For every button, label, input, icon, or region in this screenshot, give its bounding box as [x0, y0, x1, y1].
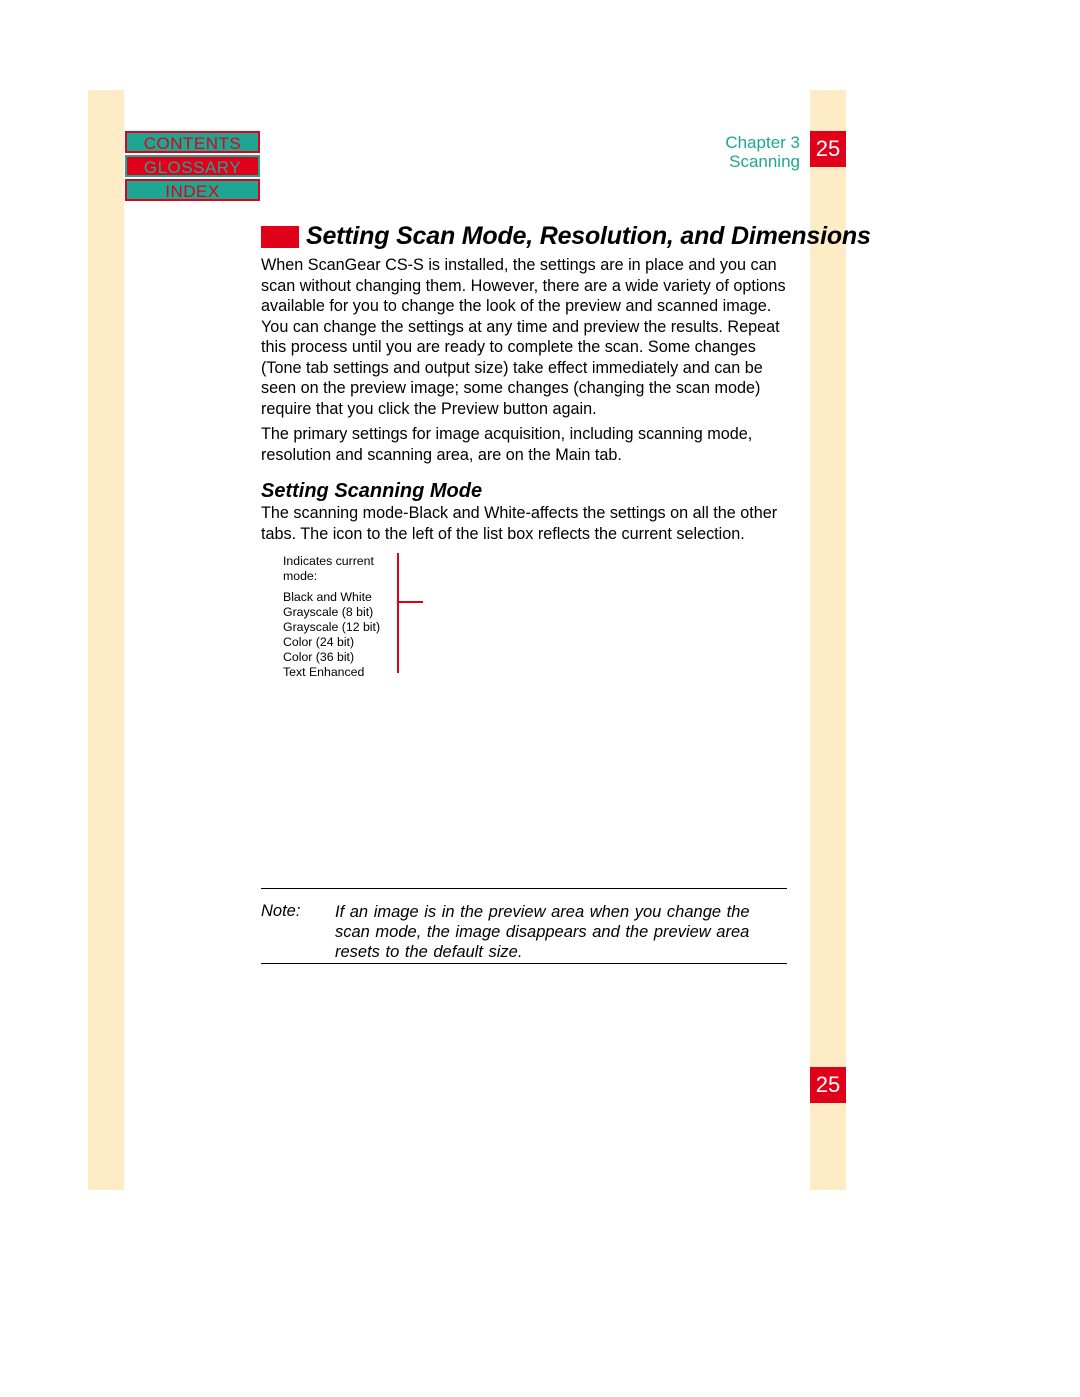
contents-button[interactable]: CONTENTS: [125, 131, 260, 153]
callout-vertical-line: [397, 553, 399, 673]
mode-callout: Indicates current mode: Black and White …: [283, 554, 398, 680]
page-number-top: 25: [810, 131, 846, 167]
mode-option: Grayscale (8 bit): [283, 605, 398, 620]
mode-option: Grayscale (12 bit): [283, 620, 398, 635]
paragraph-3: The scanning mode-Black and White-affect…: [261, 503, 787, 544]
index-button[interactable]: INDEX: [125, 179, 260, 201]
mode-option: Color (24 bit): [283, 635, 398, 650]
chapter-label: Chapter 3 Scanning: [660, 133, 800, 171]
chapter-section: Scanning: [729, 152, 800, 171]
paragraph-1: When ScanGear CS-S is installed, the set…: [261, 255, 787, 419]
callout-intro: Indicates current mode:: [283, 554, 398, 584]
subheading: Setting Scanning Mode: [261, 480, 482, 503]
heading-row: Setting Scan Mode, Resolution, and Dimen…: [261, 222, 871, 251]
glossary-button[interactable]: GLOSSARY: [125, 155, 260, 177]
callout-horizontal-line: [397, 601, 423, 603]
paragraph-2: The primary settings for image acquisiti…: [261, 424, 787, 465]
page-heading: Setting Scan Mode, Resolution, and Dimen…: [306, 222, 871, 251]
mode-option: Color (36 bit): [283, 650, 398, 665]
mode-option: Black and White: [283, 590, 398, 605]
note-label: Note:: [261, 902, 300, 921]
note-body: If an image is in the preview area when …: [335, 902, 787, 962]
margin-strip-left: [88, 90, 124, 1190]
note-rule-top: [261, 888, 787, 889]
margin-strip-right: [810, 90, 846, 1190]
heading-marker: [261, 226, 299, 248]
page-number-bottom: 25: [810, 1067, 846, 1103]
mode-option: Text Enhanced: [283, 665, 398, 680]
page: CONTENTS GLOSSARY INDEX Chapter 3 Scanni…: [0, 0, 1080, 1397]
chapter-number: Chapter 3: [725, 133, 800, 152]
note-rule-bottom: [261, 963, 787, 964]
